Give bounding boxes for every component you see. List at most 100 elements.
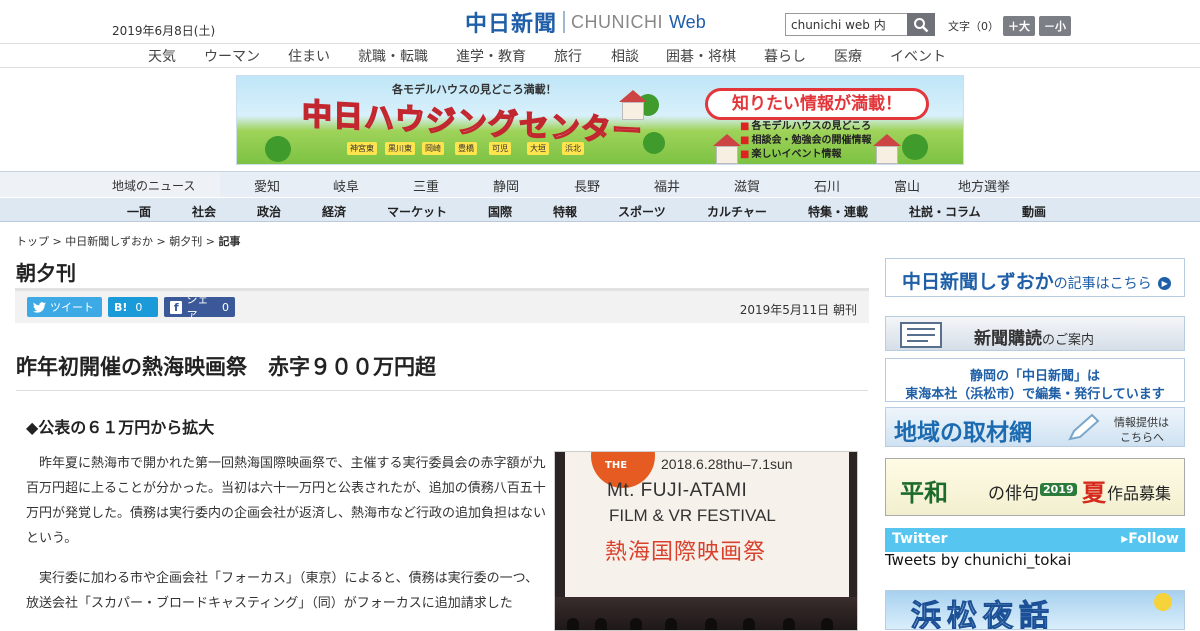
- region-item[interactable]: 岐阜: [333, 176, 359, 195]
- facebook-share-button[interactable]: f シェア 0: [164, 293, 235, 322]
- breadcrumb-shizuoka[interactable]: 中日新聞しずおか: [65, 235, 153, 248]
- shizuoka-link-sub: の記事はこちら: [1053, 276, 1152, 292]
- font-smaller-button[interactable]: －小: [1039, 16, 1071, 36]
- publish-date: 2019年5月11日 朝刊: [739, 303, 857, 317]
- haiku-year: 2019: [1040, 483, 1077, 496]
- font-size-label: 文字（0）: [948, 20, 999, 33]
- topnav-item[interactable]: イベント: [890, 46, 946, 66]
- newspaper-icon: [900, 322, 942, 348]
- twitter-label: Twitter: [892, 531, 948, 547]
- topnav-item[interactable]: 天気: [148, 46, 176, 66]
- breadcrumb-sep: >: [156, 235, 166, 248]
- audience-head: [665, 618, 677, 630]
- subscribe-sub: のご案内: [1042, 333, 1095, 348]
- house-illustration: [716, 146, 738, 164]
- article-paragraph: 実行委に加わる市や企画会社「フォーカス」（東京）によると、債務は実行委の一つ、放…: [26, 571, 539, 611]
- photo-title-1: Mt. FUJI-ATAMI: [607, 480, 748, 501]
- topnav-item[interactable]: 旅行: [554, 46, 582, 66]
- site-logo[interactable]: 中日新聞 CHUNICHI Web: [465, 9, 706, 37]
- hatena-count: 0: [135, 300, 143, 314]
- topnav-item[interactable]: ウーマン: [204, 46, 260, 66]
- facebook-share-label: シェア: [186, 293, 209, 322]
- current-date: 2019年6月8日(土): [112, 24, 216, 38]
- topnav-item[interactable]: 囲碁・将棋: [666, 46, 736, 66]
- region-item[interactable]: 滋賀: [734, 176, 760, 195]
- category-item[interactable]: 一面: [127, 203, 151, 220]
- article-subhead: ◆公表の６１万円から拡大: [26, 418, 215, 437]
- region-item[interactable]: 愛知: [254, 176, 280, 195]
- tokai-honsha-banner[interactable]: 静岡の「中日新聞」は 東海本社（浜松市）で編集・発行しています: [885, 358, 1185, 402]
- twitter-follow-bar[interactable]: Twitter ▸Follow: [885, 528, 1185, 552]
- region-item[interactable]: 石川: [814, 176, 840, 195]
- topnav-item[interactable]: 就職・転職: [358, 46, 428, 66]
- topnav-item[interactable]: 住まい: [288, 46, 330, 66]
- hatena-icon: B!: [114, 300, 128, 314]
- category-item[interactable]: マーケット: [387, 203, 447, 220]
- moon-icon: [1154, 593, 1172, 611]
- category-item[interactable]: 社説・コラム: [909, 203, 981, 220]
- hatena-bookmark-button[interactable]: B! 0: [108, 297, 158, 317]
- category-item[interactable]: 特集・連載: [808, 203, 868, 220]
- region-item[interactable]: 静岡: [493, 176, 519, 195]
- font-larger-button[interactable]: ＋大: [1003, 16, 1035, 36]
- article-photo[interactable]: THE 2018.6.28thu–7.1sun Mt. FUJI-ATAMI F…: [554, 451, 858, 631]
- banner-bubble: 知りたい情報が満載！: [705, 88, 929, 120]
- category-item[interactable]: スポーツ: [618, 203, 666, 220]
- category-item[interactable]: 経済: [322, 203, 346, 220]
- search-input[interactable]: [785, 13, 907, 36]
- house-roof: [713, 134, 741, 146]
- breadcrumb-top[interactable]: トップ: [16, 235, 49, 248]
- haiku-main: 平和: [900, 479, 948, 507]
- category-item[interactable]: カルチャー: [707, 203, 767, 220]
- peace-haiku-banner[interactable]: 平和 の俳句 2019 夏 作品募集: [885, 458, 1185, 516]
- breadcrumb-chouyuukan[interactable]: 朝夕刊: [169, 235, 202, 248]
- housing-center-banner[interactable]: 各モデルハウスの見どころ満載！ 中日ハウジングセンター 知りたい情報が満載！ 各…: [236, 75, 964, 165]
- topnav-item[interactable]: 相談: [611, 46, 639, 66]
- region-item[interactable]: 福井: [654, 176, 680, 195]
- search-icon: [914, 17, 929, 32]
- house-illustration: [876, 146, 898, 164]
- logo-kanji: 中日新聞: [465, 12, 558, 37]
- audience-head: [783, 618, 795, 630]
- topnav-item[interactable]: 進学・教育: [456, 46, 526, 66]
- category-item[interactable]: 国際: [488, 203, 512, 220]
- photo-title-jp: 熱海国際映画祭: [605, 540, 767, 565]
- photo-the: THE: [605, 460, 628, 471]
- shizuoka-article-link[interactable]: 中日新聞しずおかの記事はこちら ▶: [885, 258, 1185, 297]
- banner-line: 各モデルハウスの見どころ: [740, 117, 871, 132]
- shizuoka-link-main: 中日新聞しずおか: [902, 271, 1054, 293]
- tweets-by-link[interactable]: Tweets by chunichi_tokai: [885, 551, 1071, 569]
- honsha-line-1: 静岡の「中日新聞」は: [969, 369, 1100, 384]
- twitter-follow-button[interactable]: ▸Follow: [1121, 531, 1179, 547]
- region-nav: 地域のニュース 愛知 岐阜 三重 静岡 長野 福井 滋賀 石川 富山 地方選挙: [0, 171, 1200, 198]
- section-title: 朝夕刊: [16, 261, 76, 285]
- tree-illustration: [902, 134, 928, 160]
- subscription-link[interactable]: 新聞購読のご案内: [885, 316, 1185, 351]
- twitter-bird-icon: [33, 301, 46, 313]
- topnav-item[interactable]: 暮らし: [764, 46, 806, 66]
- top-nav: 天気 ウーマン 住まい 就職・転職 進学・教育 旅行 相談 囲碁・将棋 暮らし …: [0, 43, 1200, 68]
- article-headline: 昨年初開催の熱海映画祭 赤字９００万円超: [16, 355, 436, 379]
- banner-town: 可児: [489, 142, 511, 155]
- logo-latin: CHUNICHI: [571, 11, 664, 32]
- tweet-button[interactable]: ツイート: [27, 297, 102, 317]
- regional-news-network-link[interactable]: 地域の取材網 情報提供は こちらへ: [885, 407, 1185, 447]
- audience-head: [567, 618, 579, 630]
- category-item[interactable]: 社会: [192, 203, 216, 220]
- house-roof: [619, 90, 647, 102]
- search-button[interactable]: [907, 13, 935, 36]
- logo-web: Web: [669, 11, 706, 32]
- photo-title-2: FILM & VR FESTIVAL: [609, 506, 776, 525]
- category-item[interactable]: 動画: [1022, 203, 1046, 220]
- category-item[interactable]: 特報: [553, 203, 577, 220]
- topnav-item[interactable]: 医療: [834, 46, 862, 66]
- region-item[interactable]: 富山: [894, 176, 920, 195]
- chizai-main: 地域の取材網: [894, 420, 1032, 446]
- region-item[interactable]: 長野: [574, 176, 600, 195]
- banner-line: 楽しいイベント情報: [740, 145, 841, 160]
- breadcrumb: トップ > 中日新聞しずおか > 朝夕刊 > 記事: [16, 233, 240, 249]
- hamamatsu-yawa-banner[interactable]: 浜松夜話: [885, 590, 1185, 630]
- region-item[interactable]: 三重: [413, 176, 439, 195]
- category-item[interactable]: 政治: [257, 203, 281, 220]
- region-item[interactable]: 地方選挙: [958, 176, 1010, 195]
